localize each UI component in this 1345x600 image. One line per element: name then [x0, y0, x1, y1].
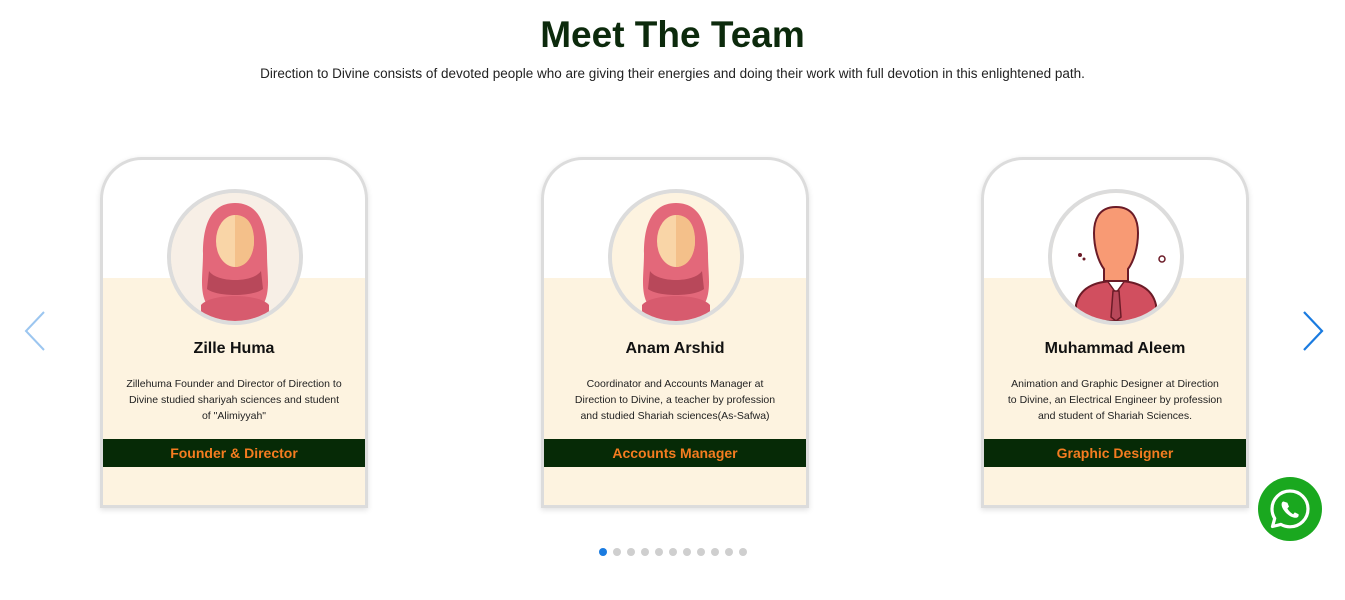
female-hijab-avatar-icon: [612, 193, 740, 321]
team-member-name: Anam Arshid: [625, 340, 725, 357]
whatsapp-icon: [1270, 489, 1310, 529]
female-hijab-avatar-icon: [171, 193, 299, 321]
team-member-name: Muhammad Aleem: [1044, 340, 1186, 357]
carousel-dot[interactable]: [739, 548, 747, 556]
team-card: Zille Huma Zillehuma Founder and Directo…: [100, 157, 368, 508]
carousel-dot[interactable]: [627, 548, 635, 556]
avatar: [1048, 189, 1184, 325]
page-title: Meet The Team: [540, 14, 805, 55]
carousel-next-button[interactable]: [1300, 309, 1326, 358]
page-subtitle: Direction to Divine consists of devoted …: [260, 66, 1085, 81]
carousel-dot[interactable]: [669, 548, 677, 556]
carousel-dot[interactable]: [655, 548, 663, 556]
carousel-prev-button[interactable]: [22, 309, 48, 358]
carousel-dot[interactable]: [697, 548, 705, 556]
team-member-role: Accounts Manager: [544, 439, 806, 467]
team-member-role: Founder & Director: [103, 439, 365, 467]
avatar: [167, 189, 303, 325]
whatsapp-button[interactable]: [1258, 477, 1322, 541]
carousel-dot[interactable]: [641, 548, 649, 556]
carousel-dot[interactable]: [725, 548, 733, 556]
carousel-dot[interactable]: [613, 548, 621, 556]
team-member-role: Graphic Designer: [984, 439, 1246, 467]
team-member-description: Zillehuma Founder and Director of Direct…: [126, 378, 342, 422]
team-member-name: Zille Huma: [193, 340, 275, 357]
team-card: Muhammad Aleem Animation and Graphic Des…: [981, 157, 1249, 508]
carousel-dot[interactable]: [599, 548, 607, 556]
team-member-description: Coordinator and Accounts Manager at Dire…: [574, 378, 776, 422]
male-avatar-icon: [1052, 193, 1180, 321]
carousel-dot[interactable]: [711, 548, 719, 556]
chevron-right-icon: [1303, 311, 1324, 351]
team-member-description: Animation and Graphic Designer at Direct…: [1007, 378, 1223, 422]
avatar: [608, 189, 744, 325]
team-card: Anam Arshid Coordinator and Accounts Man…: [541, 157, 809, 508]
carousel-dot[interactable]: [683, 548, 691, 556]
chevron-left-icon: [24, 311, 45, 351]
